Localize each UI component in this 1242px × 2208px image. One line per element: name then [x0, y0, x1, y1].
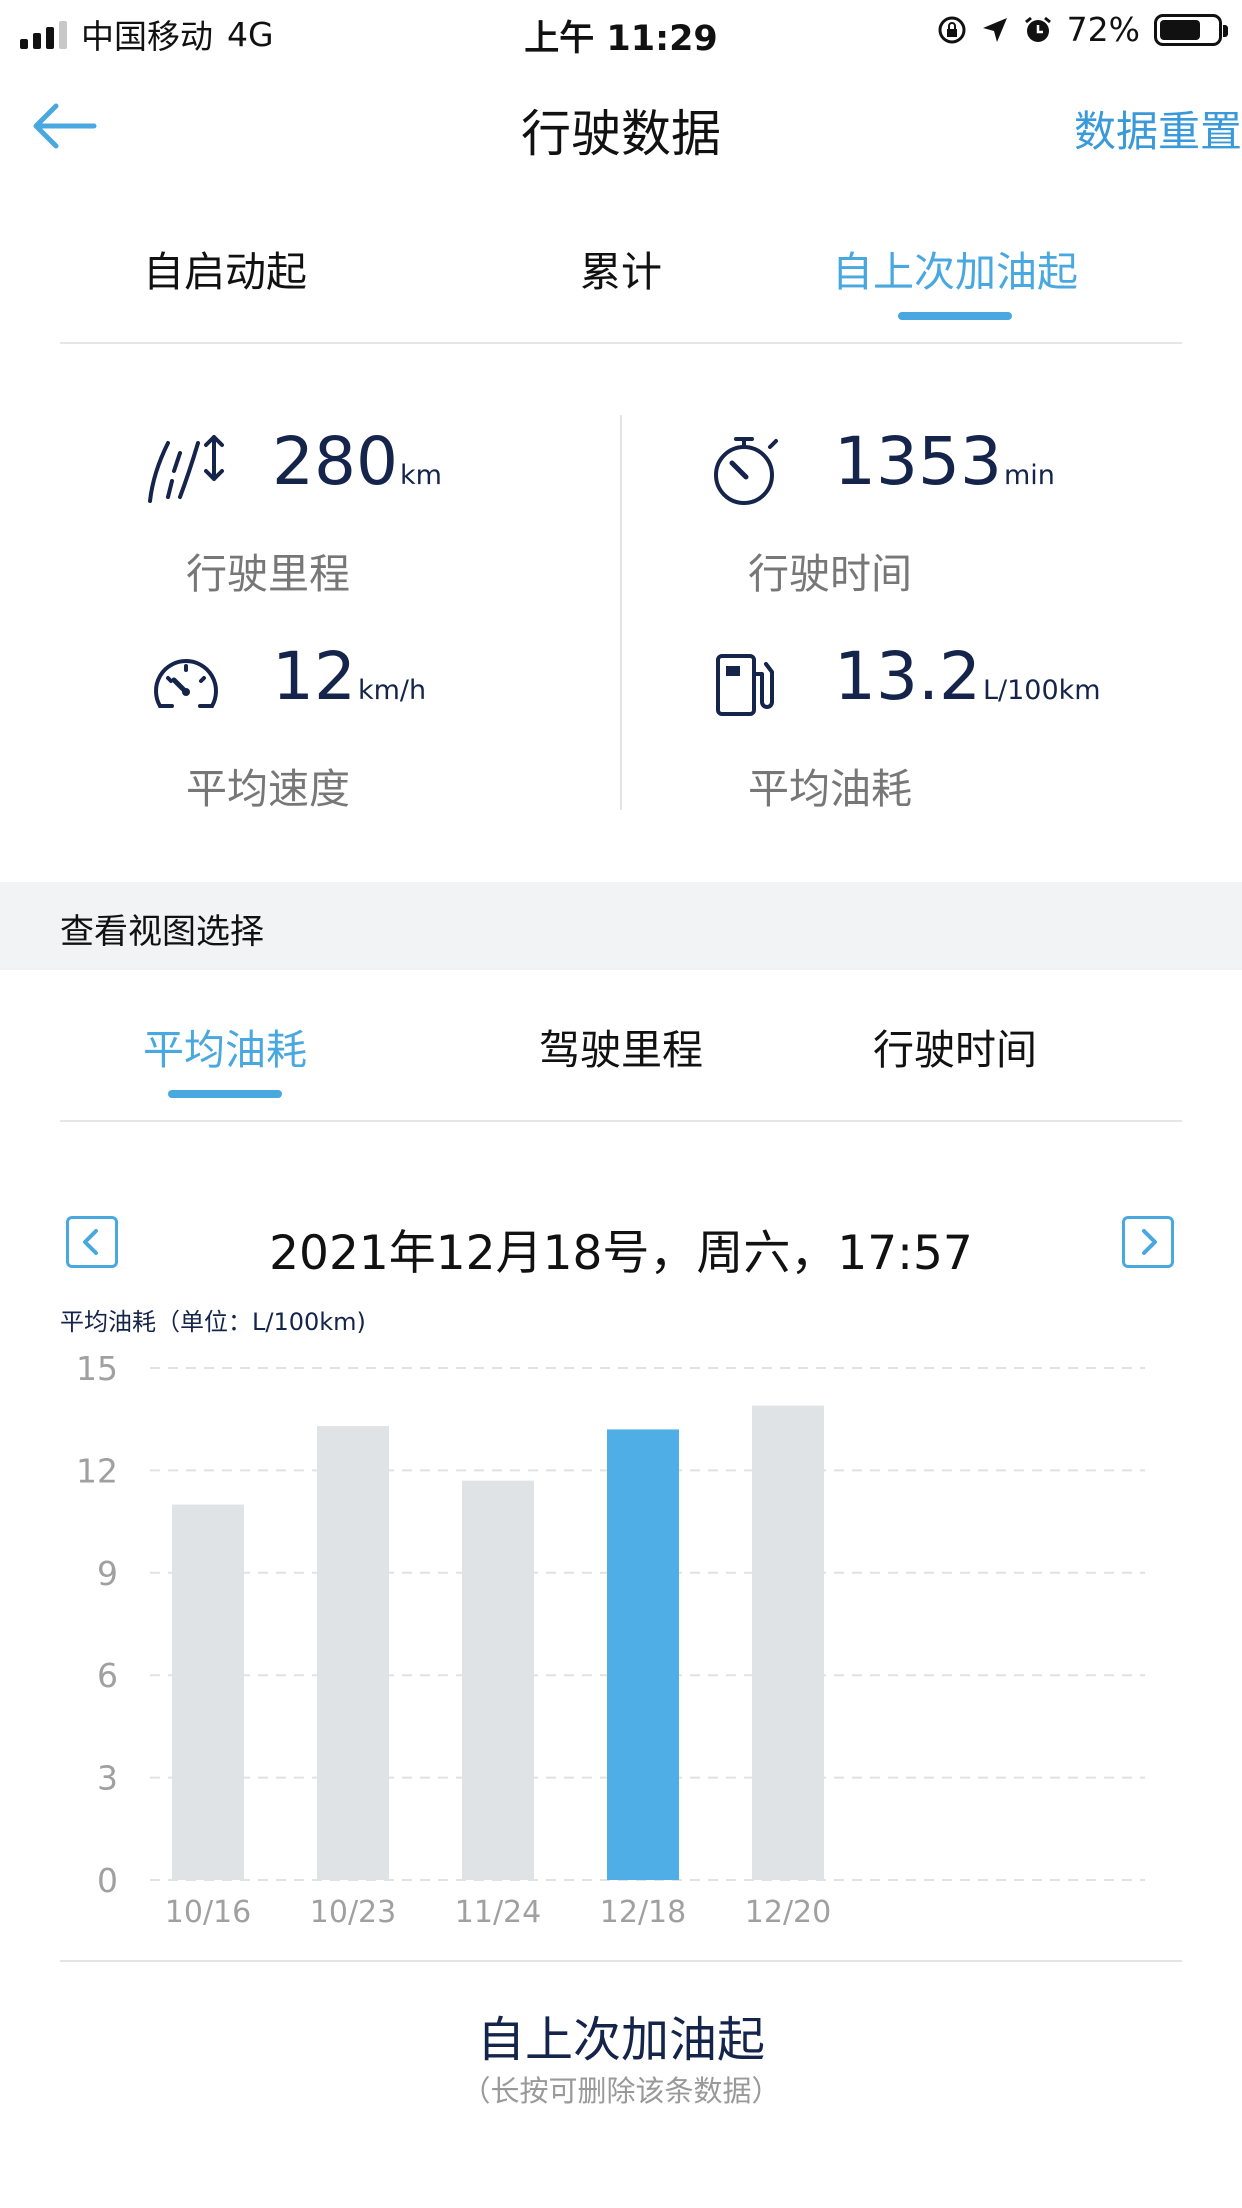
mileage-value: 280km [272, 423, 442, 500]
delete-hint: （长按可删除该条数据） [461, 2074, 781, 2108]
avg-fuel-unit: L/100km [982, 675, 1101, 706]
avg-speed-number: 12 [272, 638, 356, 715]
tab-label: 平均油耗 [143, 1026, 307, 1074]
avg-fuel-label: 平均油耗 [748, 765, 912, 813]
y-tick-label: 12 [76, 1451, 118, 1490]
selected-date: 2021年12月18号，周六，17:57 [269, 1226, 973, 1281]
x-tick-label: 10/16 [165, 1895, 251, 1930]
tab-since-refuel[interactable]: 自上次加油起 [790, 232, 1120, 342]
chart-divider [60, 1960, 1182, 1962]
x-tick-label: 12/18 [600, 1895, 686, 1930]
mileage-label: 行驶里程 [186, 550, 350, 598]
stat-avg-fuel: 13.2L/100km 平均油耗 [708, 630, 1242, 813]
y-tick-label: 15 [76, 1349, 118, 1388]
y-tick-label: 3 [97, 1759, 118, 1798]
selected-period-title: 自上次加油起 [476, 2012, 765, 2068]
view-section-title: 查看视图选择 [60, 912, 264, 952]
bar-12-18[interactable] [607, 1429, 679, 1880]
bar-10-16[interactable] [172, 1504, 244, 1880]
chart-unit-label: 平均油耗（单位：L/100km) [60, 1308, 366, 1336]
tab-label: 驾驶里程 [539, 1026, 703, 1074]
date-selector: 2021年12月18号，周六，17:57 [0, 1210, 1242, 1281]
tab-drive-mileage[interactable]: 驾驶里程 [456, 1010, 786, 1120]
period-tabs: 自启动起 累计 自上次加油起 [60, 232, 1182, 344]
status-bar: 中国移动 4G 上午 11:29 72% [0, 0, 1242, 62]
y-tick-label: 9 [97, 1554, 118, 1593]
page-title: 行驶数据 [521, 105, 721, 163]
stat-drive-time: 1353min 行驶时间 [708, 415, 1242, 598]
battery-percent: 72% [1066, 10, 1140, 49]
status-right: 72% [937, 10, 1228, 49]
tab-label: 自启动起 [143, 248, 307, 296]
drive-time-label: 行驶时间 [748, 550, 912, 598]
mileage-unit: km [399, 460, 442, 491]
chevron-right-icon [1142, 1229, 1157, 1255]
tab-label: 自上次加油起 [832, 248, 1078, 296]
battery-icon [1154, 13, 1228, 46]
avg-fuel-number: 13.2 [834, 638, 981, 715]
bar-10-23[interactable] [317, 1426, 389, 1880]
tab-label: 行驶时间 [873, 1026, 1037, 1074]
tab-avg-fuel[interactable]: 平均油耗 [60, 1010, 390, 1120]
stat-mileage: 280km 行驶里程 [146, 415, 706, 598]
view-tabs: 平均油耗 驾驶里程 行驶时间 [60, 1010, 1182, 1122]
drive-time-value: 1353min [834, 423, 1055, 500]
avg-fuel-bar-chart: 0 3 6 9 12 15 10/16 10/23 11/24 12/18 12/20 [76, 1349, 1145, 1930]
trip-stats: 280km 行驶里程 1353min 行驶时间 12km/h 平均速度 13.2… [0, 415, 1242, 815]
orientation-lock-icon [938, 16, 966, 43]
x-tick-label: 10/23 [310, 1895, 396, 1930]
bar-11-24[interactable] [462, 1480, 534, 1880]
reset-data-button[interactable]: 数据重置 [1074, 98, 1242, 159]
tab-since-start[interactable]: 自启动起 [60, 232, 390, 342]
fuel-pump-icon [716, 654, 774, 716]
avg-fuel-value: 13.2L/100km [834, 638, 1101, 715]
stat-avg-speed: 12km/h 平均速度 [146, 630, 706, 813]
tab-label: 累计 [580, 248, 662, 296]
nav-bar: 行驶数据 数据重置 [0, 80, 1242, 172]
drive-time-number: 1353 [834, 423, 1002, 500]
road-distance-icon [148, 435, 224, 503]
tab-drive-time[interactable]: 行驶时间 [790, 1010, 1120, 1120]
stopwatch-icon [714, 437, 778, 505]
alarm-clock-icon [1024, 16, 1051, 42]
mileage-number: 280 [272, 423, 398, 500]
bar-12-20[interactable] [752, 1405, 824, 1880]
avg-speed-unit: km/h [357, 675, 427, 706]
x-tick-label: 11/24 [455, 1895, 541, 1930]
drive-time-unit: min [1003, 460, 1055, 491]
y-tick-label: 6 [97, 1656, 118, 1695]
location-arrow-icon [982, 17, 1007, 42]
speedometer-icon [154, 659, 218, 708]
x-tick-label: 12/20 [745, 1895, 831, 1930]
view-section-header: 查看视图选择 [0, 882, 1242, 970]
next-date-button[interactable] [1122, 1216, 1174, 1268]
avg-speed-label: 平均速度 [186, 765, 350, 813]
avg-speed-value: 12km/h [272, 638, 426, 715]
y-tick-label: 0 [97, 1861, 118, 1900]
tab-cumulative[interactable]: 累计 [456, 232, 786, 342]
